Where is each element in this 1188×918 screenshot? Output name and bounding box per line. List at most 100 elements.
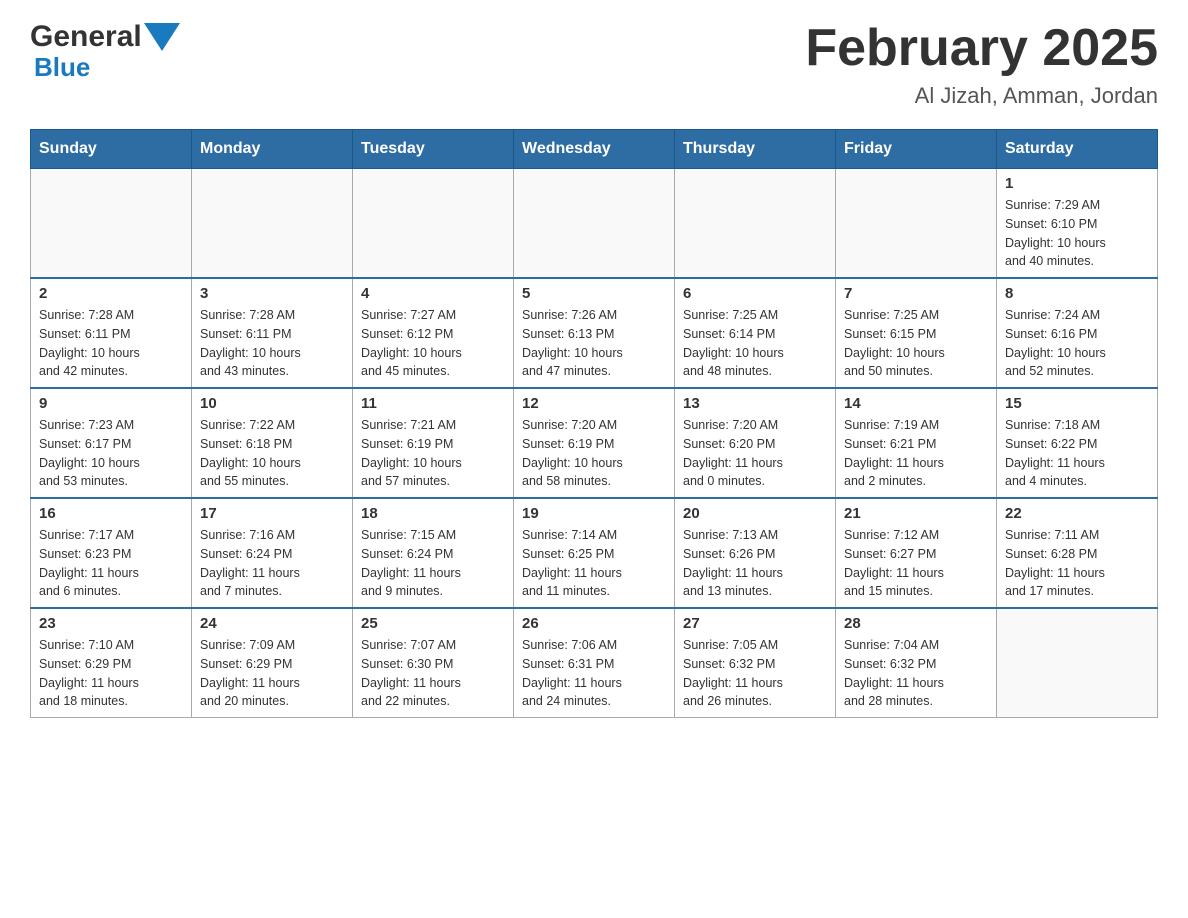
day-number: 9 xyxy=(39,395,183,412)
day-number: 3 xyxy=(200,285,344,302)
calendar-cell: 1 Sunrise: 7:29 AM Sunset: 6:10 PM Daylig… xyxy=(997,169,1158,279)
calendar-cell: 23 Sunrise: 7:10 AM Sunset: 6:29 PM Dayli… xyxy=(31,608,192,718)
day-info: Sunrise: 7:05 AM Sunset: 6:32 PM Dayligh… xyxy=(683,636,827,711)
week-row-1: 1 Sunrise: 7:29 AM Sunset: 6:10 PM Daylig… xyxy=(31,169,1158,279)
day-number: 4 xyxy=(361,285,505,302)
day-number: 23 xyxy=(39,615,183,632)
day-number: 19 xyxy=(522,505,666,522)
header-wednesday: Wednesday xyxy=(514,130,675,169)
calendar-cell: 24 Sunrise: 7:09 AM Sunset: 6:29 PM Dayli… xyxy=(192,608,353,718)
day-number: 11 xyxy=(361,395,505,412)
week-row-4: 16 Sunrise: 7:17 AM Sunset: 6:23 PM Dayli… xyxy=(31,498,1158,608)
day-number: 18 xyxy=(361,505,505,522)
day-info: Sunrise: 7:23 AM Sunset: 6:17 PM Dayligh… xyxy=(39,416,183,491)
day-number: 2 xyxy=(39,285,183,302)
calendar-cell: 19 Sunrise: 7:14 AM Sunset: 6:25 PM Dayli… xyxy=(514,498,675,608)
calendar-cell: 14 Sunrise: 7:19 AM Sunset: 6:21 PM Dayli… xyxy=(836,388,997,498)
calendar-cell: 6 Sunrise: 7:25 AM Sunset: 6:14 PM Daylig… xyxy=(675,278,836,388)
calendar-cell: 16 Sunrise: 7:17 AM Sunset: 6:23 PM Dayli… xyxy=(31,498,192,608)
calendar-cell xyxy=(997,608,1158,718)
day-info: Sunrise: 7:22 AM Sunset: 6:18 PM Dayligh… xyxy=(200,416,344,491)
day-number: 16 xyxy=(39,505,183,522)
calendar-cell: 3 Sunrise: 7:28 AM Sunset: 6:11 PM Daylig… xyxy=(192,278,353,388)
day-info: Sunrise: 7:20 AM Sunset: 6:20 PM Dayligh… xyxy=(683,416,827,491)
calendar-cell: 9 Sunrise: 7:23 AM Sunset: 6:17 PM Daylig… xyxy=(31,388,192,498)
calendar-cell: 22Sunrise: 7:11 AM Sunset: 6:28 PM Dayli… xyxy=(997,498,1158,608)
day-info: Sunrise: 7:06 AM Sunset: 6:31 PM Dayligh… xyxy=(522,636,666,711)
day-number: 10 xyxy=(200,395,344,412)
logo: General Blue xyxy=(30,20,180,83)
calendar-cell: 12 Sunrise: 7:20 AM Sunset: 6:19 PM Dayli… xyxy=(514,388,675,498)
calendar-cell: 13Sunrise: 7:20 AM Sunset: 6:20 PM Dayli… xyxy=(675,388,836,498)
day-info: Sunrise: 7:21 AM Sunset: 6:19 PM Dayligh… xyxy=(361,416,505,491)
calendar-cell: 10 Sunrise: 7:22 AM Sunset: 6:18 PM Dayli… xyxy=(192,388,353,498)
logo-general-text: General xyxy=(30,20,142,54)
header: General Blue February 2025 Al Jizah, Amm… xyxy=(30,20,1158,109)
day-number: 24 xyxy=(200,615,344,632)
page: General Blue February 2025 Al Jizah, Amm… xyxy=(0,0,1188,738)
calendar-cell: 21Sunrise: 7:12 AM Sunset: 6:27 PM Dayli… xyxy=(836,498,997,608)
day-number: 17 xyxy=(200,505,344,522)
day-info: Sunrise: 7:27 AM Sunset: 6:12 PM Dayligh… xyxy=(361,306,505,381)
calendar-table: Sunday Monday Tuesday Wednesday Thursday… xyxy=(30,129,1158,718)
title-section: February 2025 Al Jizah, Amman, Jordan xyxy=(805,20,1158,109)
day-number: 5 xyxy=(522,285,666,302)
day-number: 15 xyxy=(1005,395,1149,412)
day-info: Sunrise: 7:12 AM Sunset: 6:27 PM Dayligh… xyxy=(844,526,988,601)
day-info: Sunrise: 7:14 AM Sunset: 6:25 PM Dayligh… xyxy=(522,526,666,601)
day-number: 20 xyxy=(683,505,827,522)
day-info: Sunrise: 7:10 AM Sunset: 6:29 PM Dayligh… xyxy=(39,636,183,711)
header-friday: Friday xyxy=(836,130,997,169)
day-info: Sunrise: 7:25 AM Sunset: 6:15 PM Dayligh… xyxy=(844,306,988,381)
day-info: Sunrise: 7:28 AM Sunset: 6:11 PM Dayligh… xyxy=(39,306,183,381)
calendar-cell: 17Sunrise: 7:16 AM Sunset: 6:24 PM Dayli… xyxy=(192,498,353,608)
day-number: 1 xyxy=(1005,175,1149,192)
week-row-2: 2 Sunrise: 7:28 AM Sunset: 6:11 PM Daylig… xyxy=(31,278,1158,388)
day-info: Sunrise: 7:04 AM Sunset: 6:32 PM Dayligh… xyxy=(844,636,988,711)
day-info: Sunrise: 7:25 AM Sunset: 6:14 PM Dayligh… xyxy=(683,306,827,381)
header-sunday: Sunday xyxy=(31,130,192,169)
day-info: Sunrise: 7:18 AM Sunset: 6:22 PM Dayligh… xyxy=(1005,416,1149,491)
calendar-cell xyxy=(31,169,192,279)
calendar-cell: 4 Sunrise: 7:27 AM Sunset: 6:12 PM Daylig… xyxy=(353,278,514,388)
location: Al Jizah, Amman, Jordan xyxy=(805,83,1158,109)
day-info: Sunrise: 7:20 AM Sunset: 6:19 PM Dayligh… xyxy=(522,416,666,491)
week-row-5: 23 Sunrise: 7:10 AM Sunset: 6:29 PM Dayli… xyxy=(31,608,1158,718)
calendar-cell xyxy=(514,169,675,279)
day-info: Sunrise: 7:07 AM Sunset: 6:30 PM Dayligh… xyxy=(361,636,505,711)
day-number: 14 xyxy=(844,395,988,412)
calendar-cell: 28 Sunrise: 7:04 AM Sunset: 6:32 PM Dayli… xyxy=(836,608,997,718)
calendar-cell xyxy=(836,169,997,279)
day-info: Sunrise: 7:29 AM Sunset: 6:10 PM Dayligh… xyxy=(1005,196,1149,271)
day-number: 28 xyxy=(844,615,988,632)
day-number: 6 xyxy=(683,285,827,302)
day-number: 12 xyxy=(522,395,666,412)
calendar-cell: 26 Sunrise: 7:06 AM Sunset: 6:31 PM Dayli… xyxy=(514,608,675,718)
day-info: Sunrise: 7:24 AM Sunset: 6:16 PM Dayligh… xyxy=(1005,306,1149,381)
day-info: Sunrise: 7:26 AM Sunset: 6:13 PM Dayligh… xyxy=(522,306,666,381)
header-saturday: Saturday xyxy=(997,130,1158,169)
calendar-header-row: Sunday Monday Tuesday Wednesday Thursday… xyxy=(31,130,1158,169)
calendar-cell: 27Sunrise: 7:05 AM Sunset: 6:32 PM Dayli… xyxy=(675,608,836,718)
header-tuesday: Tuesday xyxy=(353,130,514,169)
day-number: 25 xyxy=(361,615,505,632)
logo-triangle-icon xyxy=(144,23,180,51)
day-info: Sunrise: 7:17 AM Sunset: 6:23 PM Dayligh… xyxy=(39,526,183,601)
day-info: Sunrise: 7:28 AM Sunset: 6:11 PM Dayligh… xyxy=(200,306,344,381)
calendar-cell: 11 Sunrise: 7:21 AM Sunset: 6:19 PM Dayli… xyxy=(353,388,514,498)
calendar-cell xyxy=(675,169,836,279)
calendar-cell: 18Sunrise: 7:15 AM Sunset: 6:24 PM Dayli… xyxy=(353,498,514,608)
day-number: 22 xyxy=(1005,505,1149,522)
month-title: February 2025 xyxy=(805,20,1158,77)
day-info: Sunrise: 7:19 AM Sunset: 6:21 PM Dayligh… xyxy=(844,416,988,491)
header-monday: Monday xyxy=(192,130,353,169)
day-number: 8 xyxy=(1005,285,1149,302)
header-thursday: Thursday xyxy=(675,130,836,169)
day-number: 7 xyxy=(844,285,988,302)
calendar-cell: 25 Sunrise: 7:07 AM Sunset: 6:30 PM Dayli… xyxy=(353,608,514,718)
week-row-3: 9 Sunrise: 7:23 AM Sunset: 6:17 PM Daylig… xyxy=(31,388,1158,498)
day-number: 26 xyxy=(522,615,666,632)
calendar-cell xyxy=(353,169,514,279)
calendar-cell: 20Sunrise: 7:13 AM Sunset: 6:26 PM Dayli… xyxy=(675,498,836,608)
day-info: Sunrise: 7:09 AM Sunset: 6:29 PM Dayligh… xyxy=(200,636,344,711)
